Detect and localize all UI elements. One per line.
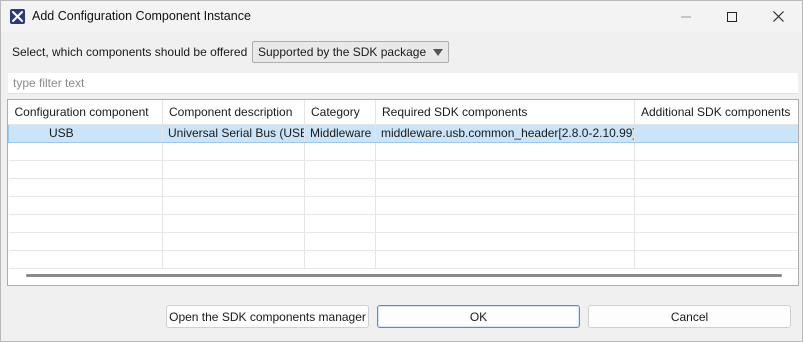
minimize-button[interactable] xyxy=(663,1,709,32)
ok-button[interactable]: OK xyxy=(377,305,580,328)
empty-row xyxy=(8,232,798,251)
cell-category: Middleware xyxy=(304,123,376,143)
horizontal-scrollbar[interactable] xyxy=(26,274,782,277)
window-title: Add Configuration Component Instance xyxy=(32,9,251,23)
cell-description: Universal Serial Bus (USB) xyxy=(162,123,305,143)
maximize-icon xyxy=(727,11,737,22)
empty-row xyxy=(8,160,798,179)
maximize-button[interactable] xyxy=(709,1,755,32)
cell-additional xyxy=(634,123,798,143)
dropdown-arrow-icon xyxy=(433,49,443,56)
column-header-component-description[interactable]: Component description xyxy=(162,100,305,125)
offer-label: Select, which components should be offer… xyxy=(12,45,248,59)
column-header-additional-sdk-components[interactable]: Additional SDK components xyxy=(634,100,798,125)
filter-input[interactable] xyxy=(8,73,798,94)
empty-row xyxy=(8,214,798,233)
cell-component: USB xyxy=(8,123,163,143)
empty-row xyxy=(8,142,798,161)
open-sdk-manager-button[interactable]: Open the SDK components manager xyxy=(166,305,369,328)
cell-required: middleware.usb.common_header[2.8.0-2.10.… xyxy=(375,123,635,143)
empty-row xyxy=(8,196,798,215)
cancel-button[interactable]: Cancel xyxy=(588,305,791,328)
column-header-configuration-component[interactable]: Configuration component xyxy=(8,100,163,125)
dialog-window: Add Configuration Component Instance Sel… xyxy=(0,0,803,342)
minimize-icon xyxy=(681,16,691,17)
empty-row xyxy=(8,250,798,269)
offer-dropdown-value: Supported by the SDK package xyxy=(258,45,427,59)
app-logo-icon xyxy=(10,9,25,24)
close-button[interactable] xyxy=(755,1,801,32)
title-bar: Add Configuration Component Instance xyxy=(1,1,802,32)
table-header-row: Configuration component Component descri… xyxy=(8,100,798,125)
column-header-category[interactable]: Category xyxy=(304,100,376,125)
components-table: Configuration component Component descri… xyxy=(7,99,799,286)
close-icon xyxy=(772,11,784,22)
table-row[interactable]: USB Universal Serial Bus (USB) Middlewar… xyxy=(8,123,798,143)
offer-dropdown[interactable]: Supported by the SDK package xyxy=(252,41,449,63)
empty-row xyxy=(8,178,798,197)
column-header-required-sdk-components[interactable]: Required SDK components xyxy=(375,100,635,125)
